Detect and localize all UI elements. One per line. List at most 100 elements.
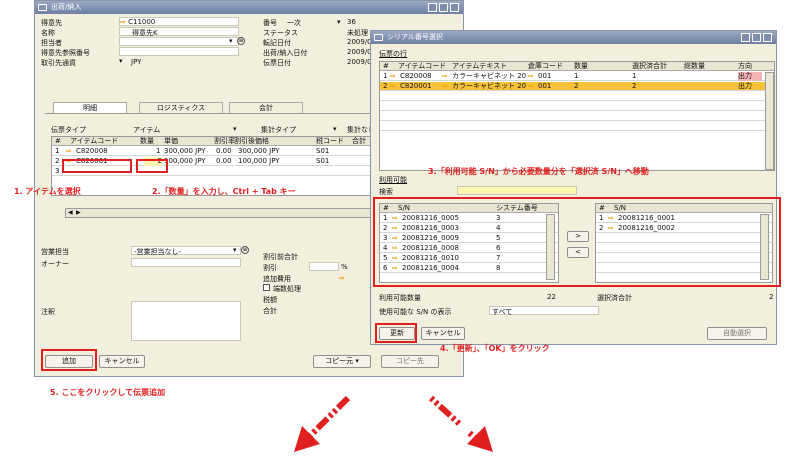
window-icon (38, 4, 47, 11)
auto-select-button[interactable]: 自動選択 (707, 327, 767, 340)
ref-field[interactable] (119, 47, 239, 56)
link-arrow-icon[interactable]: ⇨ (442, 82, 448, 91)
sales-rep-select[interactable]: -営業担当なし- (131, 246, 241, 256)
status-value: 未処理 (347, 29, 368, 37)
col-header: 割引率 (214, 137, 235, 145)
currency-select[interactable]: ▾ (119, 57, 127, 66)
table-row[interactable] (380, 122, 774, 131)
minimize-button[interactable] (741, 33, 750, 42)
horizontal-scrollbar[interactable]: ◀ ▶ (65, 208, 381, 218)
vertical-scrollbar[interactable] (765, 72, 774, 170)
link-arrow-icon[interactable]: ⇨ (528, 82, 534, 91)
tab-accounting[interactable]: 会計 (229, 102, 303, 113)
tab-divider (45, 113, 379, 114)
currency-label: 取引先通貨 (41, 59, 76, 67)
sales-rep-label: 営業担当 (41, 248, 69, 256)
window-icon (374, 34, 383, 41)
delivery-title-bar: 出荷/納入 (35, 1, 463, 14)
highlight-item-row (62, 159, 132, 173)
tab-logistics[interactable]: ロジスティクス (139, 102, 223, 113)
doc-rows-label: 伝票の行 (379, 50, 407, 58)
serial-title-bar: シリアル番号選択 (371, 31, 776, 44)
sales-rep-dropdown-icon[interactable]: ▾ (233, 246, 237, 254)
list-icon[interactable]: ≡ (241, 246, 249, 254)
contact-label: 担当者 (41, 39, 62, 47)
link-arrow-icon[interactable]: ⇨ (390, 72, 396, 81)
selected-total-label: 選択済合計 (597, 294, 632, 302)
link-arrow-icon[interactable]: ⇨ (120, 18, 126, 26)
cancel-button[interactable]: キャンセル (421, 327, 465, 340)
rounding-checkbox[interactable] (263, 284, 270, 291)
ref-label: 得意先参照番号 (41, 49, 90, 57)
col-header: 合計 (352, 137, 366, 145)
maximize-button[interactable] (439, 3, 448, 12)
link-arrow-icon[interactable]: ⇨ (390, 82, 396, 91)
customer-field[interactable]: ⇨ C11000 (119, 17, 239, 26)
link-arrow-icon[interactable]: ⇨ (442, 72, 448, 81)
col-header: 数量 (140, 137, 154, 145)
contact-dropdown-icon[interactable]: ▾ (229, 37, 233, 45)
available-label: 利用可能 (379, 176, 407, 184)
close-button[interactable] (450, 3, 459, 12)
summary-type-dropdown-icon[interactable]: ▾ (333, 125, 337, 133)
number-series[interactable]: 一次 (287, 18, 301, 28)
doc-type-dropdown-icon[interactable]: ▾ (233, 125, 237, 133)
doc-type-value[interactable]: アイテム (133, 125, 160, 135)
copy-to-button[interactable]: コピー先 (381, 355, 439, 368)
scroll-left-icon[interactable]: ◀ (68, 209, 73, 216)
table-row-selected[interactable]: 2 ⇨ C820001 ⇨ カラーキャビネット 20 ⇨ 001 2 2 出力 (380, 82, 774, 91)
table-row[interactable] (380, 102, 774, 111)
serial-number-window: シリアル番号選択 伝票の行 # アイテムコード アイテムテキスト 倉庫コード 数… (370, 30, 777, 345)
currency-value: JPY (131, 58, 142, 66)
before-discount-label: 割引前合計 (263, 253, 298, 261)
show-sn-label: 使用可能な S/N の表示 (379, 308, 452, 316)
available-qty-label: 利用可能数量 (379, 294, 421, 302)
contact-select[interactable] (119, 37, 239, 46)
table-header: # アイテムコード アイテムテキスト 倉庫コード 数量 選択済合計 総数量 方向 (380, 62, 774, 71)
link-arrow-icon[interactable]: ⇨ (528, 72, 534, 81)
name-value: 得意先K (132, 29, 158, 37)
owner-field[interactable] (131, 258, 241, 267)
delivery-date-label: 出荷/納入日付 (263, 49, 308, 57)
cancel-button[interactable]: キャンセル (99, 355, 145, 368)
delivery-date-value[interactable]: 2009/0 (347, 48, 372, 56)
available-qty-value: 22 (547, 293, 556, 301)
copy-from-button[interactable]: コピー元 ▾ (313, 355, 371, 368)
delivery-title: 出荷/納入 (51, 3, 82, 11)
right-down-arrow-icon (428, 395, 493, 452)
remarks-field[interactable] (131, 301, 241, 341)
total-label: 合計 (263, 307, 277, 315)
annotation-step2: 2.「数量」を入力し、Ctrl + Tab キー (152, 187, 296, 196)
search-input[interactable] (457, 186, 577, 195)
col-header: 割引後価格 (234, 137, 269, 145)
table-row[interactable] (380, 112, 774, 121)
series-dropdown-icon[interactable]: ▾ (337, 18, 341, 26)
annotation-step5: 5. ここをクリックして伝票追加 (50, 388, 166, 397)
table-row[interactable]: 1 ⇨ C820008 1 300,000 JPY 0.00 300,000 J… (52, 147, 380, 156)
scroll-right-icon[interactable]: ▶ (76, 209, 81, 216)
minimize-button[interactable] (428, 3, 437, 12)
status-label: ステータス (263, 29, 298, 37)
name-field[interactable]: 得意先K (119, 27, 239, 37)
annotation-step1: 1. アイテムを選択 (14, 187, 81, 196)
close-button[interactable] (763, 33, 772, 42)
serial-title: シリアル番号選択 (387, 33, 443, 41)
table-row[interactable]: 1 ⇨ C820008 ⇨ カラーキャビネット 20 ⇨ 001 1 1 出力 (380, 72, 774, 81)
maximize-button[interactable] (752, 33, 761, 42)
highlight-add-button (41, 349, 97, 371)
doc-type-label: 伝票タイプ (51, 126, 86, 134)
left-down-arrow-icon (294, 395, 351, 452)
col-header: アイテムコード (70, 137, 119, 145)
show-sn-select[interactable]: すべて (489, 306, 599, 316)
table-row[interactable] (380, 92, 774, 101)
list-icon[interactable]: ≡ (237, 37, 245, 45)
doc-date-value[interactable]: 2009/0 (347, 58, 372, 66)
link-arrow-icon[interactable]: ⇨ (339, 274, 345, 282)
col-header: 単価 (164, 137, 178, 145)
posting-date-value[interactable]: 2009/0 (347, 38, 372, 46)
discount-percent-field[interactable] (309, 262, 339, 271)
tab-details[interactable]: 明細 (53, 102, 127, 113)
annotation-step3: 3.「利用可能 S/N」から必要数量分を「選択済 S/N」へ移動 (428, 167, 649, 176)
link-arrow-icon[interactable]: ⇨ (66, 147, 72, 156)
customer-value: C11000 (128, 18, 156, 26)
